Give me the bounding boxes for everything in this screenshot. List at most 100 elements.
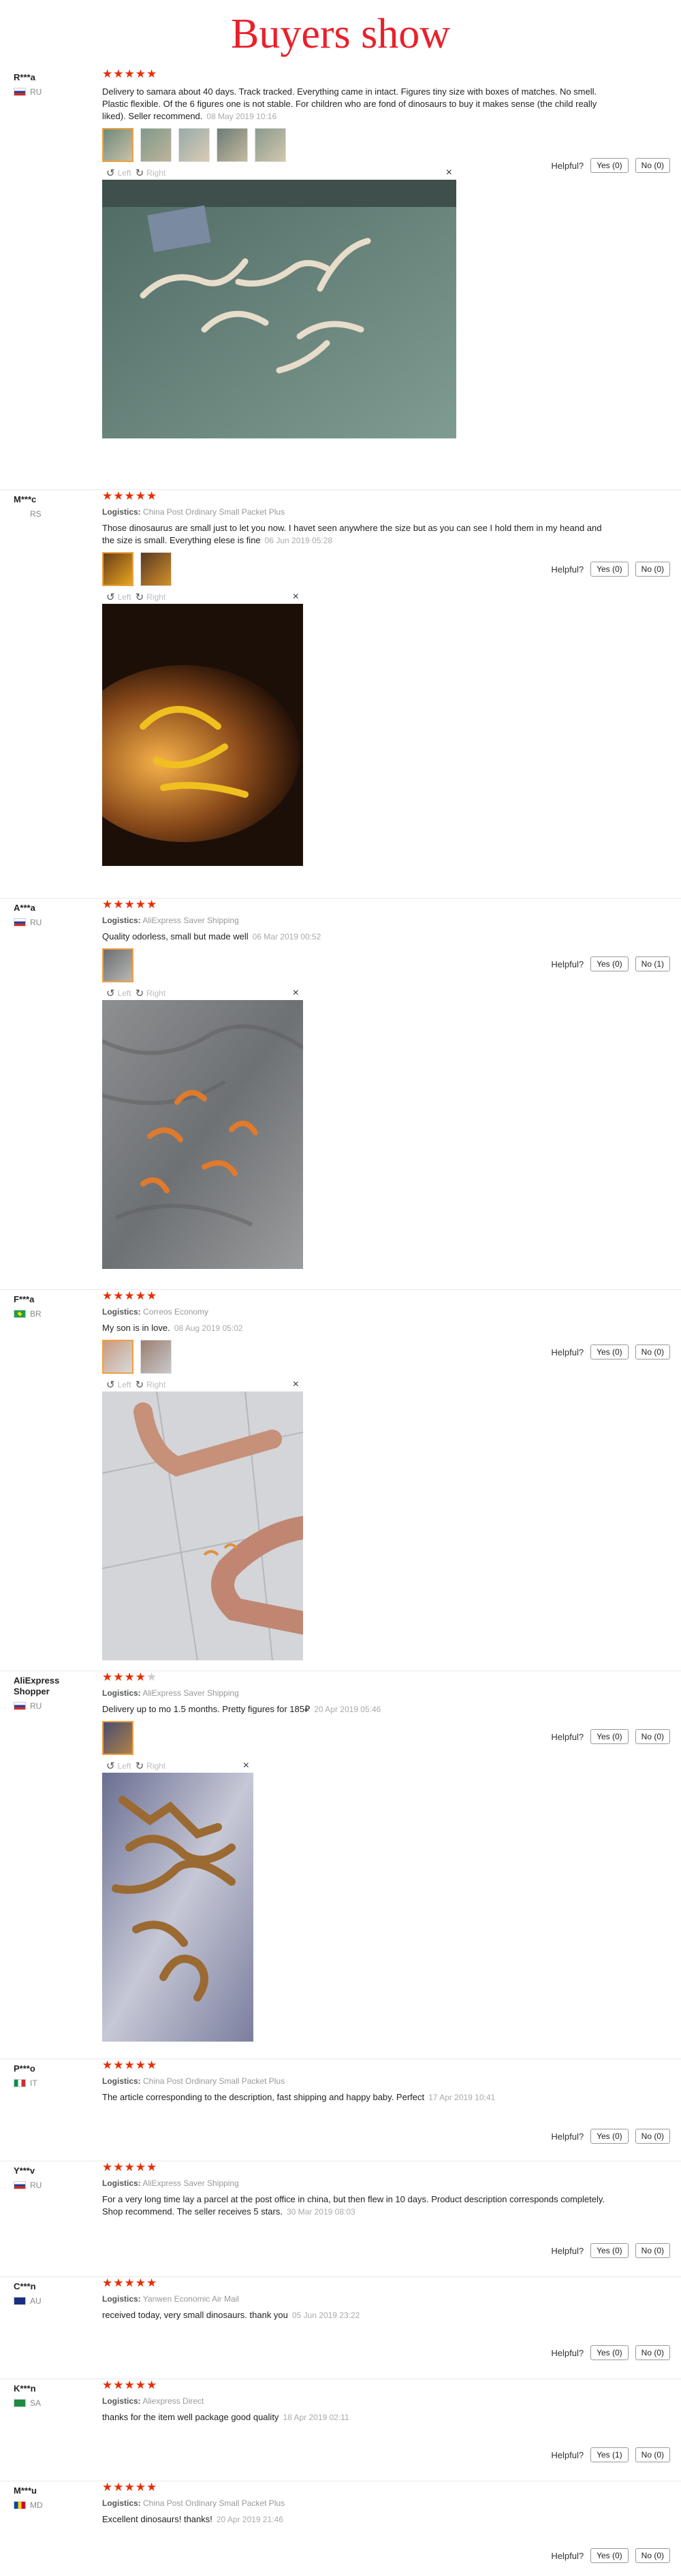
helpful-vote: Helpful? Yes (0) No (0) <box>551 2345 670 2360</box>
reviewer-name: M***u <box>14 2485 37 2496</box>
rotate-left-label[interactable]: Left <box>118 1380 131 1389</box>
flag-icon <box>14 2297 26 2305</box>
rotate-right-icon[interactable]: ↻ <box>136 1379 144 1391</box>
photo-thumbnails <box>102 128 606 162</box>
photo-thumbnail[interactable] <box>102 948 133 982</box>
review-text: Delivery up to mo 1.5 months. Pretty fig… <box>102 1704 311 1714</box>
rotate-right-label[interactable]: Right <box>146 1380 165 1389</box>
review-text-block: thanks for the item well package good qu… <box>102 2411 606 2424</box>
helpful-no-button[interactable]: No (0) <box>635 2447 670 2462</box>
rotate-left-icon[interactable]: ↺ <box>106 987 115 999</box>
review-content: ★★★★★ Logistics: AliExpress Saver Shippi… <box>102 1671 606 2042</box>
close-icon[interactable]: × <box>293 986 299 1000</box>
star-rating: ★★★★★ <box>102 67 158 80</box>
rotate-left-icon[interactable]: ↺ <box>106 1379 115 1391</box>
rotate-right-icon[interactable]: ↻ <box>136 1760 144 1772</box>
flag-icon <box>14 2399 26 2407</box>
logistics-method: AliExpress Saver Shipping <box>142 1688 239 1698</box>
helpful-no-button[interactable]: No (0) <box>635 2129 670 2144</box>
helpful-yes-button[interactable]: Yes (0) <box>590 562 629 577</box>
rotate-left-label[interactable]: Left <box>118 592 131 602</box>
rotate-right-label[interactable]: Right <box>146 988 165 998</box>
photo-thumbnail[interactable] <box>102 552 133 586</box>
rotate-left-label[interactable]: Left <box>118 988 131 998</box>
photo-viewer: ↺ Left ↻ Right × <box>102 166 456 438</box>
close-icon[interactable]: × <box>446 166 452 180</box>
helpful-no-button[interactable]: No (0) <box>635 562 670 577</box>
helpful-vote: Helpful? Yes (0) No (0) <box>551 2243 670 2258</box>
photo-thumbnail[interactable] <box>217 128 248 162</box>
review-item: P***o IT ★★★★★ Logistics: China Post Ord… <box>0 2059 681 2161</box>
review-content: ★★★★★ Logistics: Yanwen Economic Air Mai… <box>102 2277 606 2321</box>
rotate-right-label[interactable]: Right <box>146 1761 165 1771</box>
rotate-right-label[interactable]: Right <box>146 592 165 602</box>
reviewer-name: A***a <box>14 903 35 913</box>
rotate-right-label[interactable]: Right <box>146 168 165 178</box>
helpful-no-button[interactable]: No (0) <box>635 1345 670 1359</box>
rotate-right-icon[interactable]: ↻ <box>136 167 144 179</box>
star-rating: ★★★★★ <box>102 2161 158 2174</box>
reviewer-country: RU <box>30 87 42 97</box>
helpful-no-button[interactable]: No (0) <box>635 2548 670 2563</box>
photo-thumbnail[interactable] <box>140 552 172 586</box>
photo-thumbnail[interactable] <box>140 128 172 162</box>
review-content: ★★★★★ Logistics: AliExpress Saver Shippi… <box>102 2161 606 2218</box>
helpful-yes-button[interactable]: Yes (0) <box>590 1345 629 1359</box>
helpful-yes-button[interactable]: Yes (1) <box>590 2447 629 2462</box>
helpful-vote: Helpful? Yes (0) No (0) <box>551 2129 670 2144</box>
rotate-left-label[interactable]: Left <box>118 168 131 178</box>
review-text: The article corresponding to the descrip… <box>102 2092 425 2102</box>
reviewer-info: R***a RU <box>14 72 95 97</box>
flag-icon <box>14 88 26 96</box>
reviewer-info: K***n SA <box>14 2383 95 2408</box>
reviewer-country: BR <box>30 1309 42 1319</box>
helpful-vote: Helpful? Yes (0) No (0) <box>551 158 670 173</box>
photo-thumbnail[interactable] <box>255 128 286 162</box>
helpful-yes-button[interactable]: Yes (0) <box>590 2129 629 2144</box>
reviewer-name: F***a <box>14 1294 35 1304</box>
photo-thumbnail[interactable] <box>102 1340 133 1374</box>
helpful-no-button[interactable]: No (0) <box>635 2243 670 2258</box>
rotate-right-icon[interactable]: ↻ <box>136 987 144 999</box>
reviewer-name: C***n <box>14 2281 36 2291</box>
rotate-right-icon[interactable]: ↻ <box>136 591 144 603</box>
helpful-yes-button[interactable]: Yes (0) <box>590 2243 629 2258</box>
photo-thumbnail[interactable] <box>140 1340 172 1374</box>
reviewer-info: A***a RU <box>14 903 95 927</box>
helpful-no-button[interactable]: No (0) <box>635 1729 670 1744</box>
review-item: A***a RU ★★★★★ Logistics: AliExpress Sav… <box>0 899 681 1290</box>
rotate-left-icon[interactable]: ↺ <box>106 591 115 603</box>
photo-thumbnails <box>102 948 606 982</box>
helpful-yes-button[interactable]: Yes (0) <box>590 956 629 971</box>
reviewer-info: M***u MD <box>14 2485 95 2510</box>
review-text-block: Those dinosaurus are small just to let y… <box>102 522 606 547</box>
helpful-no-button[interactable]: No (0) <box>635 158 670 173</box>
helpful-no-button[interactable]: No (1) <box>635 956 670 971</box>
helpful-yes-button[interactable]: Yes (0) <box>590 158 629 173</box>
rotate-left-icon[interactable]: ↺ <box>106 167 115 179</box>
close-icon[interactable]: × <box>293 1378 299 1391</box>
logistics-info: Logistics: Correos Economy <box>102 1307 209 1317</box>
rotate-left-label[interactable]: Left <box>118 1761 131 1771</box>
helpful-yes-button[interactable]: Yes (0) <box>590 2548 629 2563</box>
rotate-left-icon[interactable]: ↺ <box>106 1760 115 1772</box>
helpful-label: Helpful? <box>551 160 584 171</box>
helpful-no-button[interactable]: No (0) <box>635 2345 670 2360</box>
logistics-info: Logistics: AliExpress Saver Shipping <box>102 2178 239 2188</box>
review-item: C***n AU ★★★★★ Logistics: Yanwen Economi… <box>0 2277 681 2379</box>
photo-thumbnail[interactable] <box>102 128 133 162</box>
review-text-block: Excellent dinosaurs! thanks! 20 Apr 2019 … <box>102 2513 606 2526</box>
helpful-yes-button[interactable]: Yes (0) <box>590 1729 629 1744</box>
review-photo <box>102 1391 303 1660</box>
close-icon[interactable]: × <box>293 590 299 604</box>
star-rating: ★★★★★ <box>102 2276 158 2289</box>
photo-thumbnail[interactable] <box>178 128 210 162</box>
helpful-label: Helpful? <box>551 2131 584 2142</box>
review-content: ★★★★★ Logistics: AliExpress Saver Shippi… <box>102 899 606 1269</box>
review-text: thanks for the item well package good qu… <box>102 2412 279 2422</box>
photo-thumbnail[interactable] <box>102 1721 133 1755</box>
close-icon[interactable]: × <box>243 1759 249 1773</box>
review-text-block: For a very long time lay a parcel at the… <box>102 2193 606 2218</box>
review-photo <box>102 1773 253 2042</box>
helpful-yes-button[interactable]: Yes (0) <box>590 2345 629 2360</box>
